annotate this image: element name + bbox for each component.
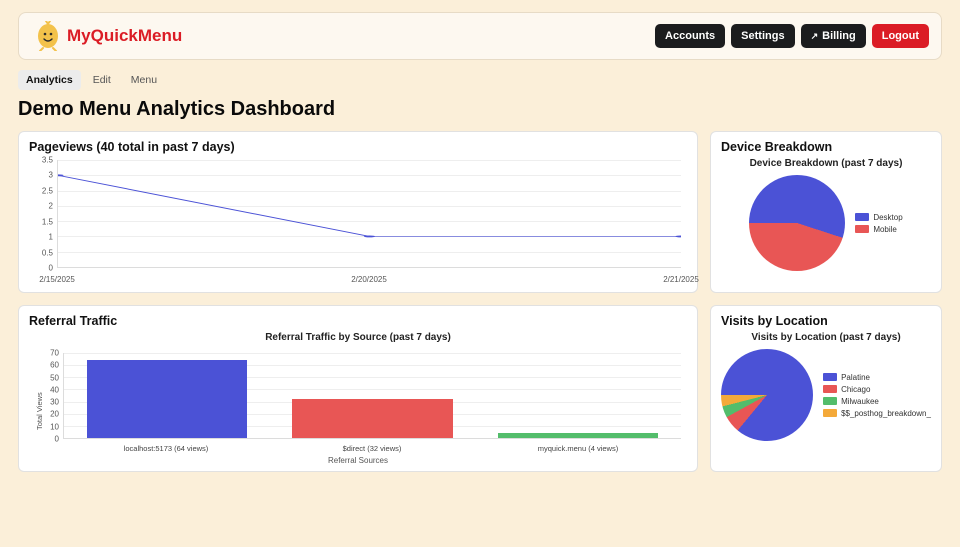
accounts-button[interactable]: Accounts: [655, 24, 725, 48]
legend-label: Mobile: [873, 225, 897, 234]
bar: [87, 360, 247, 438]
tab-analytics[interactable]: Analytics: [18, 70, 81, 90]
location-chart-title: Visits by Location (past 7 days): [721, 332, 931, 343]
billing-button[interactable]: ↗ Billing: [801, 24, 866, 48]
app-header: MyQuickMenu Accounts Settings ↗ Billing …: [18, 12, 942, 60]
location-pie-chart: [721, 349, 813, 441]
pageviews-title: Pageviews (40 total in past 7 days): [29, 140, 687, 154]
referral-chart: Total Views Referral Sources 01020304050…: [29, 349, 687, 465]
device-title: Device Breakdown: [721, 140, 931, 154]
y-tick: 0: [29, 264, 53, 273]
y-tick: 10: [37, 422, 59, 431]
y-tick: 3: [29, 171, 53, 180]
device-legend: Desktop Mobile: [855, 213, 902, 234]
y-tick: 0.5: [29, 248, 53, 257]
referral-xlabel: Referral Sources: [328, 456, 388, 465]
x-tick: 2/15/2025: [39, 275, 75, 284]
legend-item: Chicago: [823, 385, 931, 394]
location-title: Visits by Location: [721, 314, 931, 328]
page-content: Analytics Edit Menu Demo Menu Analytics …: [0, 70, 960, 472]
bar: [498, 433, 658, 438]
billing-label: Billing: [822, 30, 856, 42]
location-card: Visits by Location Visits by Location (p…: [710, 305, 942, 472]
brand: MyQuickMenu: [35, 21, 182, 51]
y-tick: 2.5: [29, 186, 53, 195]
legend-swatch: [855, 225, 869, 233]
referral-card: Referral Traffic Referral Traffic by Sou…: [18, 305, 698, 472]
x-tick: 2/21/2025: [663, 275, 699, 284]
bar: [292, 399, 452, 438]
legend-label: Milwaukee: [841, 397, 879, 406]
legend-swatch: [823, 409, 837, 417]
referral-title: Referral Traffic: [29, 314, 687, 328]
pageviews-chart: 00.511.522.533.52/15/20252/20/20252/21/2…: [29, 158, 687, 286]
y-tick: 30: [37, 398, 59, 407]
external-link-icon: ↗: [811, 31, 819, 42]
legend-label: Desktop: [873, 213, 902, 222]
y-tick: 20: [37, 410, 59, 419]
referral-chart-title: Referral Traffic by Source (past 7 days): [29, 332, 687, 343]
y-tick: 3.5: [29, 156, 53, 165]
y-tick: 1: [29, 233, 53, 242]
legend-item: Desktop: [855, 213, 902, 222]
tabs: Analytics Edit Menu: [18, 70, 942, 90]
legend-item: Milwaukee: [823, 397, 931, 406]
device-card: Device Breakdown Device Breakdown (past …: [710, 131, 942, 293]
category-label: $direct (32 views): [343, 444, 402, 453]
y-tick: 40: [37, 385, 59, 394]
settings-button[interactable]: Settings: [731, 24, 794, 48]
brand-name: MyQuickMenu: [67, 26, 182, 46]
device-pie-chart: [749, 175, 845, 271]
device-chart-title: Device Breakdown (past 7 days): [721, 158, 931, 169]
legend-item: Mobile: [855, 225, 902, 234]
pageviews-card: Pageviews (40 total in past 7 days) 0 0.5…: [18, 131, 698, 293]
location-legend: Palatine Chicago Milwaukee $$_posthog_break…: [823, 373, 931, 418]
tab-menu[interactable]: Menu: [123, 70, 165, 90]
legend-label: $$_posthog_breakdown_: [841, 409, 931, 418]
legend-item: Palatine: [823, 373, 931, 382]
y-tick: 70: [37, 349, 59, 358]
category-label: localhost:5173 (64 views): [124, 444, 209, 453]
legend-swatch: [823, 385, 837, 393]
category-label: myquick.menu (4 views): [538, 444, 618, 453]
legend-label: Chicago: [841, 385, 870, 394]
legend-swatch: [855, 213, 869, 221]
y-tick: 1.5: [29, 217, 53, 226]
logo-icon: [35, 21, 61, 51]
legend-swatch: [823, 397, 837, 405]
y-tick: 60: [37, 361, 59, 370]
y-tick: 2: [29, 202, 53, 211]
logout-button[interactable]: Logout: [872, 24, 929, 48]
x-tick: 2/20/2025: [351, 275, 387, 284]
tab-edit[interactable]: Edit: [85, 70, 119, 90]
legend-item: $$_posthog_breakdown_: [823, 409, 931, 418]
page-title: Demo Menu Analytics Dashboard: [18, 98, 942, 121]
legend-label: Palatine: [841, 373, 870, 382]
legend-swatch: [823, 373, 837, 381]
header-actions: Accounts Settings ↗ Billing Logout: [655, 24, 929, 48]
y-tick: 50: [37, 373, 59, 382]
y-tick: 0: [37, 435, 59, 444]
